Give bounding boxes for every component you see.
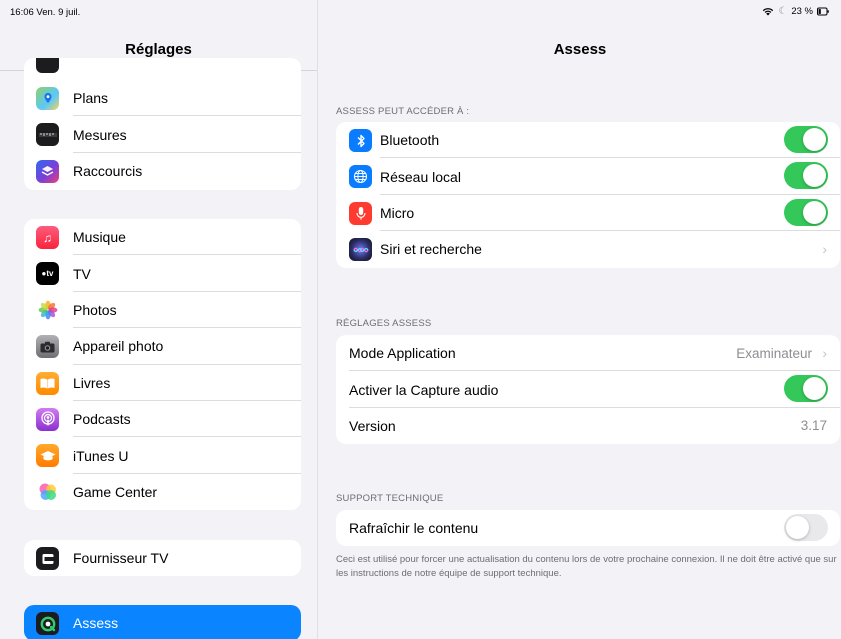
refresh-content-label: Rafraîchir le contenu [349,520,479,537]
microphone-icon [349,201,372,225]
sidebar-item-mesures[interactable]: Mesures [24,116,301,153]
books-icon [36,371,59,395]
sidebar-item-musique[interactable]: ♫ Musique [24,219,301,256]
sidebar-item-itunes-u[interactable]: iTunes U [24,437,301,474]
micro-toggle[interactable] [784,198,828,226]
bluetooth-toggle[interactable] [784,126,828,153]
sidebar: 16:06 Ven. 9 juil. Réglages Plans Mesure… [0,0,317,639]
sidebar-item-game-center[interactable]: Game Center [24,474,301,510]
game-center-icon [36,480,59,504]
camera-icon [36,335,59,359]
sidebar-item-assess[interactable]: Assess [24,605,301,639]
podcasts-icon [36,407,59,431]
wifi-icon [763,8,774,16]
sidebar-item-label: TV [73,265,91,282]
music-icon: ♫ [36,226,59,249]
micro-label: Micro [380,204,415,221]
settings-group-2: ♫ Musique ●tv TV Photos Appareil photo L… [24,219,301,510]
section-header-settings: RÉGLAGES ASSESS [336,318,432,329]
itunes-u-icon [36,444,59,468]
local-network-row: Réseau local [336,158,840,195]
settings-group-apps: Assess [24,605,301,639]
access-card: Bluetooth Réseau local Micro Siri et rec… [336,122,840,268]
status-indicators: ☾ 23 % [762,6,829,17]
measure-icon [36,123,59,147]
sidebar-item-label: Podcasts [73,411,131,428]
sidebar-title: Réglages [125,41,192,58]
chevron-right-icon: › [822,345,827,362]
photos-icon [36,298,59,322]
toggle-knob [803,164,826,188]
sidebar-item-tv[interactable]: ●tv TV [24,255,301,292]
sidebar-item-label: iTunes U [73,447,129,464]
sidebar-item-label: Raccourcis [73,162,143,179]
sidebar-item-fournisseur-tv[interactable]: Fournisseur TV [24,540,301,576]
bluetooth-row: Bluetooth [336,122,840,159]
support-card: Rafraîchir le contenu [336,510,840,547]
battery-icon [817,7,829,16]
sidebar-item-raccourcis[interactable]: Raccourcis [24,153,301,189]
partial-app-icon [36,58,59,73]
moon-icon: ☾ [778,6,788,17]
siri-search-label: Siri et recherche [380,241,482,258]
sidebar-item-label: Plans [73,90,109,107]
sidebar-item-label: Fournisseur TV [73,550,169,567]
sidebar-item-label: Game Center [73,483,158,500]
mode-application-value: Examinateur [736,345,812,361]
toggle-knob [803,200,826,224]
sidebar-item-label: Assess [73,615,119,632]
sidebar-item-label: Livres [73,374,111,391]
sidebar-item-livres[interactable]: Livres [24,365,301,401]
assess-icon [36,612,59,635]
siri-search-row[interactable]: Siri et recherche › [336,231,840,267]
refresh-content-row: Rafraîchir le contenu [336,510,840,546]
assess-settings-card: Mode Application Examinateur › Activer l… [336,335,840,445]
section-header-support: SUPPORT TECHNIQUE [336,493,444,504]
globe-icon [349,165,372,189]
bluetooth-label: Bluetooth [380,132,440,149]
mode-application-label: Mode Application [349,345,456,362]
section-header-access: ASSESS PEUT ACCÉDER À : [336,106,470,117]
local-network-toggle[interactable] [784,162,828,190]
sidebar-item-label: Musique [73,229,126,246]
capture-audio-toggle[interactable] [784,375,828,403]
bluetooth-icon [349,129,372,152]
sidebar-item-photos[interactable]: Photos [24,292,301,329]
mode-application-row[interactable]: Mode Application Examinateur › [336,335,840,372]
version-row: Version 3.17 [336,408,840,444]
page-title: Assess [553,41,607,58]
sidebar-item-label: Photos [73,301,117,318]
local-network-label: Réseau local [380,168,461,185]
capture-audio-row: Activer la Capture audio [336,371,840,408]
sidebar-item-podcasts[interactable]: Podcasts [24,401,301,438]
maps-icon [36,87,59,110]
capture-audio-label: Activer la Capture audio [349,381,499,398]
micro-row: Micro [336,195,840,232]
settings-group-3: Fournisseur TV [24,540,301,577]
detail-pane: ☾ 23 % Assess ASSESS PEUT ACCÉDER À : Bl… [317,0,841,639]
chevron-right-icon: › [822,241,827,258]
sidebar-item-label: Mesures [73,126,127,143]
tv-icon: ●tv [36,262,59,286]
toggle-knob [786,516,809,539]
version-label: Version [349,417,396,434]
shortcuts-icon [36,159,59,183]
tv-provider-icon [36,547,59,570]
version-value: 3.17 [800,418,827,434]
siri-icon [349,238,372,262]
toggle-knob [803,377,826,401]
sidebar-item-label: Appareil photo [73,338,164,355]
status-date: Ven. 9 juil. [36,7,81,18]
toggle-knob [803,128,826,151]
status-time-date: 16:06 Ven. 9 juil. [10,7,80,18]
battery-percentage: 23 % [791,6,813,17]
support-footnote: Ceci est utilisé pour forcer une actuali… [336,554,837,579]
settings-group-1: Plans Mesures Raccourcis [24,58,301,190]
sidebar-item-plans[interactable]: Plans [24,80,301,117]
sidebar-item-appareil-photo[interactable]: Appareil photo [24,328,301,365]
refresh-content-toggle[interactable] [784,514,828,541]
status-time: 16:06 [10,7,34,18]
